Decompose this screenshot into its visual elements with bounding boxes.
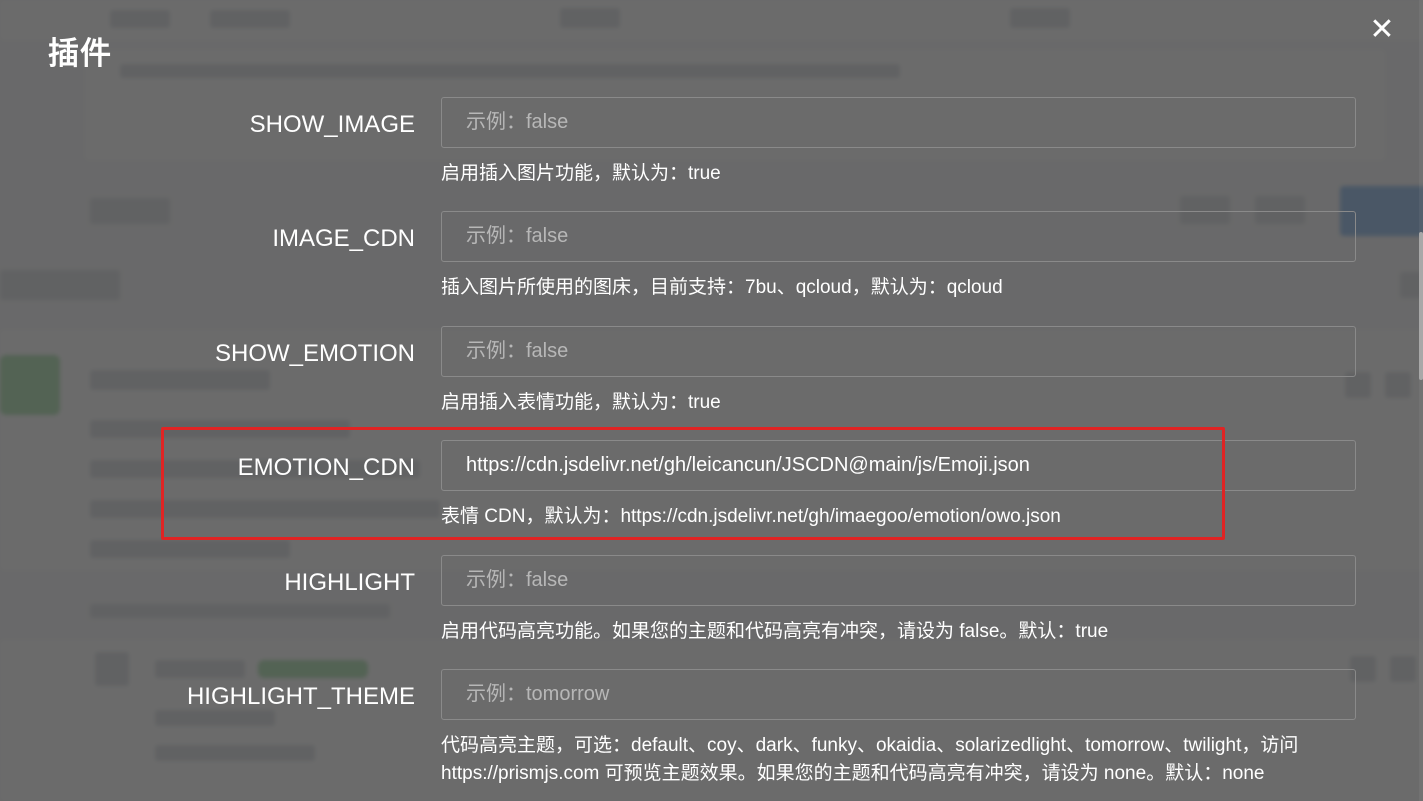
close-icon[interactable]: ✕ — [1366, 14, 1398, 46]
field-help: 启用插入图片功能，默认为：true — [441, 163, 721, 184]
dialog-title: 插件 — [48, 36, 112, 71]
field-help: 启用代码高亮功能。如果您的主题和代码高亮有冲突，请设为 false。默认：tru… — [441, 621, 1109, 642]
highlight-theme-input[interactable] — [441, 669, 1356, 720]
field-help: 启用插入表情功能，默认为：true — [441, 392, 721, 413]
scrollbar-track[interactable] — [1419, 0, 1423, 801]
field-label: SHOW_EMOTION — [214, 340, 415, 367]
field-label: SHOW_IMAGE — [249, 111, 415, 138]
settings-overlay: 插件 ✕ SHOW_IMAGE 启用插入图片功能，默认为：true IMAGE_… — [0, 0, 1423, 801]
image-cdn-input[interactable] — [441, 211, 1356, 262]
scrollbar-thumb[interactable] — [1419, 232, 1423, 380]
field-label: IMAGE_CDN — [272, 225, 415, 252]
field-help: 插入图片所使用的图床，目前支持：7bu、qcloud，默认为：qcloud — [441, 277, 1003, 298]
field-help: 代码高亮主题，可选：default、coy、dark、funky、okaidia… — [441, 735, 1299, 784]
highlight-annotation — [161, 427, 1225, 540]
field-label: HIGHLIGHT_THEME — [186, 683, 415, 710]
highlight-input[interactable] — [441, 555, 1356, 606]
show-image-input[interactable] — [441, 97, 1356, 148]
show-emotion-input[interactable] — [441, 326, 1356, 377]
field-label: HIGHLIGHT — [284, 569, 415, 596]
